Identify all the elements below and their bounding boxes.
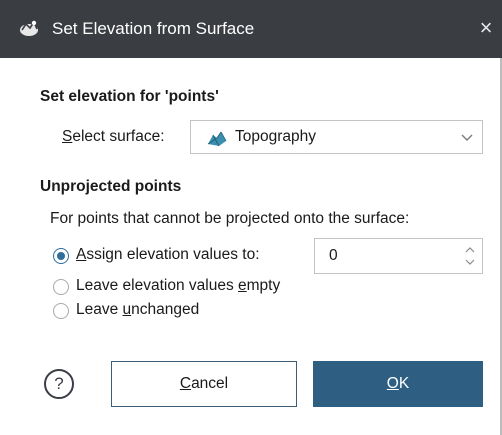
close-icon[interactable]: ×	[474, 14, 498, 42]
elevation-value-spinbox[interactable]: 0	[314, 238, 483, 274]
surface-mesh-icon	[207, 131, 227, 147]
select-surface-label: Select surface:	[62, 128, 165, 145]
radio-leave-empty-label[interactable]: Leave elevation values empty	[76, 277, 280, 295]
cancel-button[interactable]: Cancel	[111, 361, 297, 407]
selected-surface: Topography	[235, 128, 317, 145]
radio-assign-elevation-label[interactable]: Assign elevation values to:	[76, 246, 260, 264]
unprojected-description: For points that cannot be projected onto…	[50, 210, 410, 227]
surface-section-heading: Set elevation for 'points'	[40, 88, 219, 105]
radio-leave-unchanged-label[interactable]: Leave unchanged	[76, 301, 199, 319]
radio-leave-empty[interactable]	[53, 279, 69, 295]
chevron-down-icon	[461, 134, 473, 141]
unprojected-section-heading: Unprojected points	[40, 178, 182, 195]
geo-app-icon	[20, 20, 38, 36]
radio-assign-elevation[interactable]	[53, 248, 69, 264]
radio-leave-unchanged[interactable]	[53, 303, 69, 319]
set-elevation-dialog: Set Elevation from Surface × Set elevati…	[0, 0, 502, 435]
surface-dropdown[interactable]: Topography	[190, 120, 483, 154]
elevation-value: 0	[329, 247, 338, 264]
dialog-title: Set Elevation from Surface	[52, 19, 255, 38]
help-icon[interactable]: ?	[44, 369, 74, 399]
spin-arrows-icon[interactable]	[464, 244, 476, 268]
title-bar: Set Elevation from Surface ×	[0, 0, 502, 58]
ok-button[interactable]: OK	[313, 361, 483, 407]
